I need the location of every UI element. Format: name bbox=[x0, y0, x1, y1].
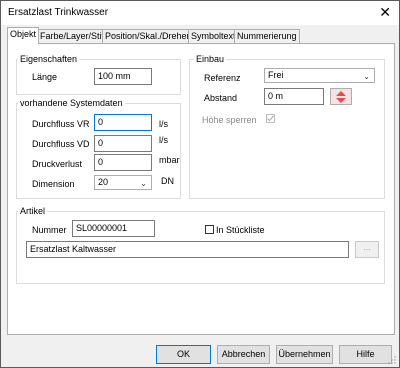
tab-objekt[interactable]: Objekt bbox=[7, 27, 40, 44]
tab-panel-objekt: Eigenschaften Länge 100 mm vorhandene Sy… bbox=[7, 43, 395, 335]
abbrechen-button[interactable]: Abbrechen bbox=[217, 345, 270, 364]
dimension-value: 20 bbox=[98, 177, 109, 187]
durchfluss-vr-label: Durchfluss VR bbox=[32, 119, 90, 129]
dimension-select[interactable]: 20 ⌄ bbox=[94, 175, 152, 190]
durchfluss-vd-input[interactable]: 0 bbox=[94, 135, 152, 152]
laenge-input[interactable]: 100 mm bbox=[94, 68, 152, 85]
druckverlust-label: Druckverlust bbox=[32, 159, 83, 169]
durchfluss-vd-unit: l/s bbox=[159, 135, 168, 145]
durchfluss-vr-unit: l/s bbox=[159, 119, 168, 129]
close-icon[interactable]: ✕ bbox=[379, 4, 391, 20]
tab-farbe-layer-stift[interactable]: Farbe/Layer/Stift bbox=[37, 29, 110, 43]
resize-grip-icon[interactable] bbox=[388, 356, 396, 364]
referenz-select[interactable]: Frei ⌄ bbox=[264, 68, 375, 83]
hoehe-sperren-label: Höhe sperren bbox=[202, 115, 257, 125]
in-stueckliste-checkbox[interactable] bbox=[205, 225, 214, 234]
hilfe-button[interactable]: Hilfe bbox=[339, 345, 392, 364]
durchfluss-vd-label: Durchfluss VD bbox=[32, 139, 90, 149]
group-einbau-title: Einbau bbox=[194, 54, 227, 64]
title-bar: Ersatzlast Trinkwasser ✕ bbox=[1, 1, 399, 25]
chevron-down-icon: ⌄ bbox=[363, 72, 370, 81]
tab-nummerierung[interactable]: Nummerierung bbox=[234, 29, 300, 43]
in-stueckliste-label[interactable]: In Stückliste bbox=[216, 225, 265, 235]
group-artikel-title: Artikel bbox=[18, 206, 48, 216]
checkmark-icon bbox=[267, 115, 274, 122]
durchfluss-vr-input[interactable]: 0 bbox=[94, 114, 152, 131]
group-systemdaten-title: vorhandene Systemdaten bbox=[18, 98, 125, 108]
abstand-label: Abstand bbox=[204, 93, 238, 103]
window-title: Ersatzlast Trinkwasser bbox=[8, 7, 109, 18]
nummer-input[interactable]: SL00000001 bbox=[72, 220, 155, 237]
dimension-unit: DN bbox=[161, 176, 174, 186]
abstand-input[interactable]: 0 m bbox=[264, 88, 324, 105]
dialog-window: Ersatzlast Trinkwasser ✕ Objekt Farbe/La… bbox=[0, 0, 400, 368]
chevron-down-icon: ⌄ bbox=[140, 179, 147, 188]
tab-position-skal-drehen[interactable]: Position/Skal./Drehen bbox=[102, 29, 195, 43]
referenz-value: Frei bbox=[268, 70, 284, 80]
tab-symboltext[interactable]: Symboltext bbox=[188, 29, 239, 43]
hoehe-sperren-checkbox[interactable] bbox=[266, 114, 275, 123]
spin-arrows-graphic bbox=[336, 91, 346, 103]
dimension-label: Dimension bbox=[32, 179, 75, 189]
laenge-label: Länge bbox=[32, 72, 58, 82]
spin-up-down-icon[interactable] bbox=[330, 88, 352, 105]
bezeichnung-input[interactable]: Ersatzlast Kaltwasser bbox=[26, 241, 349, 258]
group-eigenschaften-title: Eigenschaften bbox=[18, 54, 80, 64]
browse-button[interactable]: ... bbox=[355, 241, 379, 258]
ok-button[interactable]: OK bbox=[156, 345, 211, 364]
uebernehmen-button[interactable]: Übernehmen bbox=[276, 345, 333, 364]
druckverlust-unit: mbar bbox=[159, 155, 180, 165]
referenz-label: Referenz bbox=[204, 73, 241, 83]
nummer-label: Nummer bbox=[32, 225, 67, 235]
druckverlust-input[interactable]: 0 bbox=[94, 154, 152, 171]
